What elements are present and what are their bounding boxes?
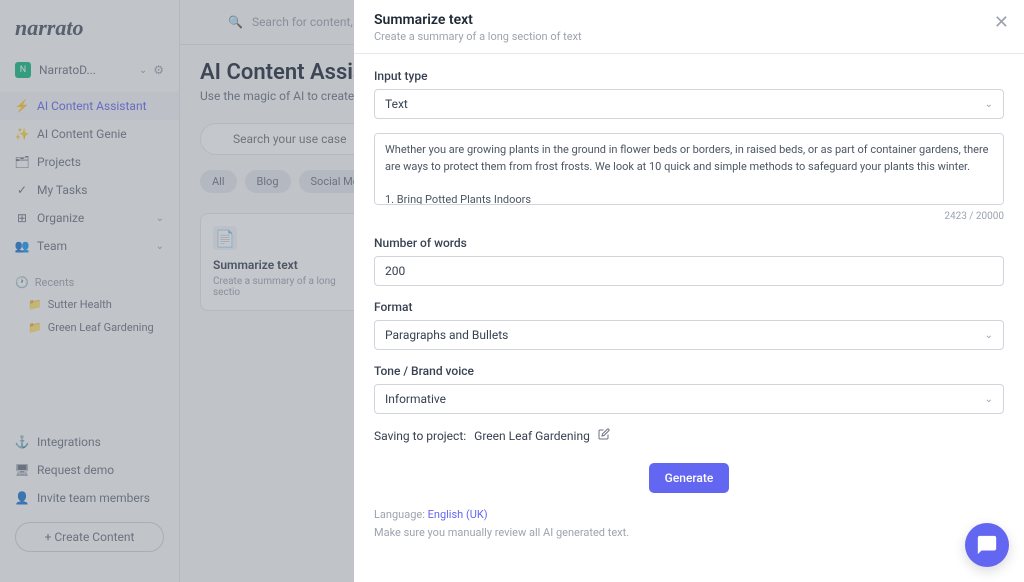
edit-icon[interactable] xyxy=(598,428,610,443)
words-label: Number of words xyxy=(374,236,1004,250)
generate-button[interactable]: Generate xyxy=(649,463,730,493)
saving-project-row: Saving to project: Green Leaf Gardening xyxy=(374,428,1004,443)
chevron-down-icon: ⌄ xyxy=(985,394,993,405)
char-count: 2423 / 20000 xyxy=(374,211,1004,222)
modal-title: Summarize text xyxy=(374,12,1004,28)
modal-subtitle: Create a summary of a long section of te… xyxy=(374,30,1004,43)
language-row: Language: English (UK) xyxy=(374,508,1004,521)
tone-label: Tone / Brand voice xyxy=(374,364,1004,378)
words-input[interactable] xyxy=(374,256,1004,286)
text-input[interactable]: Whether you are growing plants in the gr… xyxy=(374,133,1004,205)
saving-project-name: Green Leaf Gardening xyxy=(474,429,590,443)
chat-icon xyxy=(976,534,998,556)
modal-panel: Summarize text Create a summary of a lon… xyxy=(354,0,1024,582)
chevron-down-icon: ⌄ xyxy=(985,99,993,110)
input-type-label: Input type xyxy=(374,69,1004,83)
input-type-select[interactable]: Text ⌄ xyxy=(374,89,1004,119)
close-icon[interactable]: ✕ xyxy=(994,12,1009,33)
format-select[interactable]: Paragraphs and Bullets ⌄ xyxy=(374,320,1004,350)
chevron-down-icon: ⌄ xyxy=(985,330,993,341)
tone-select[interactable]: Informative ⌄ xyxy=(374,384,1004,414)
review-note: Make sure you manually review all AI gen… xyxy=(374,526,1004,539)
format-label: Format xyxy=(374,300,1004,314)
chat-widget[interactable] xyxy=(965,523,1009,567)
language-link[interactable]: English (UK) xyxy=(428,508,488,521)
